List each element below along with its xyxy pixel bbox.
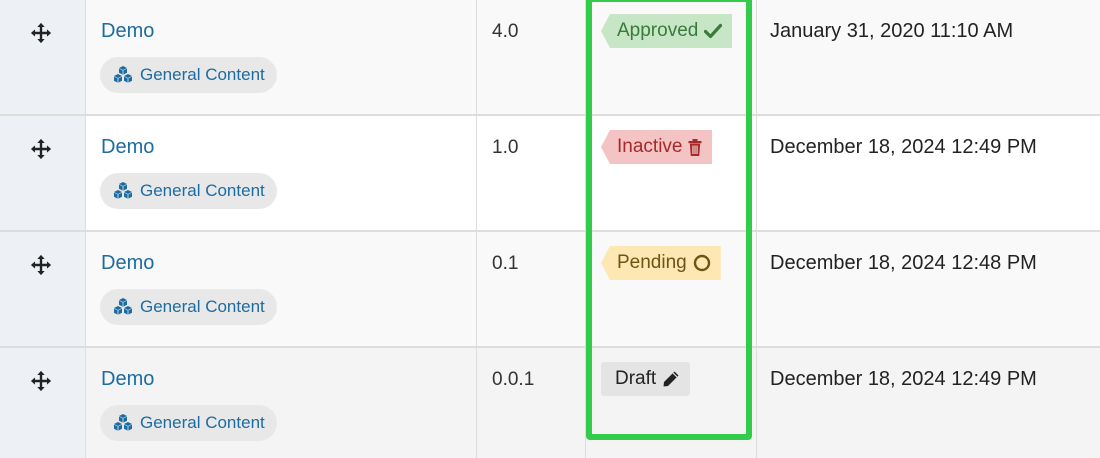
drag-cell bbox=[0, 116, 86, 230]
row-body bbox=[86, 348, 1100, 458]
content-type-label: General Content bbox=[140, 297, 265, 316]
content-title-link[interactable]: Demo bbox=[101, 20, 154, 43]
date-text: January 31, 2020 11:10 AM bbox=[770, 20, 1014, 42]
status-label: Approved bbox=[617, 20, 699, 41]
table-row: Demo General Content 1.0 Inactive Decemb… bbox=[0, 116, 1100, 232]
version-text: 0.1 bbox=[492, 253, 519, 274]
status-label: Draft bbox=[615, 368, 657, 389]
cubes-icon bbox=[114, 182, 132, 199]
column-divider bbox=[756, 0, 757, 458]
content-type-badge[interactable]: General Content bbox=[100, 405, 277, 441]
move-icon[interactable] bbox=[30, 370, 52, 392]
column-divider bbox=[476, 0, 477, 458]
content-title-link[interactable]: Demo bbox=[101, 368, 154, 391]
date-text: December 18, 2024 12:48 PM bbox=[770, 252, 1037, 274]
trash-icon bbox=[688, 138, 702, 156]
move-icon[interactable] bbox=[30, 22, 52, 44]
date-text: December 18, 2024 12:49 PM bbox=[770, 368, 1037, 390]
version-text: 4.0 bbox=[492, 21, 519, 42]
drag-cell bbox=[0, 232, 86, 346]
table-row: Demo General Content 0.1 Pending Decembe… bbox=[0, 232, 1100, 348]
version-text: 0.0.1 bbox=[492, 369, 535, 390]
status-badge: Approved bbox=[601, 14, 733, 48]
circle-icon bbox=[693, 254, 710, 272]
content-type-badge[interactable]: General Content bbox=[100, 173, 277, 209]
drag-cell bbox=[0, 0, 86, 114]
pencil-icon bbox=[663, 371, 679, 387]
cubes-icon bbox=[114, 414, 132, 431]
content-title-link[interactable]: Demo bbox=[101, 136, 154, 159]
check-icon bbox=[704, 23, 723, 39]
drag-cell bbox=[0, 348, 86, 458]
move-icon[interactable] bbox=[30, 138, 52, 160]
content-title-link[interactable]: Demo bbox=[101, 252, 154, 275]
status-badge: Inactive bbox=[601, 130, 713, 164]
table-row: Demo General Content 4.0 Approved Januar… bbox=[0, 0, 1100, 116]
content-type-badge[interactable]: General Content bbox=[100, 57, 277, 93]
content-type-label: General Content bbox=[140, 65, 265, 84]
date-text: December 18, 2024 12:49 PM bbox=[770, 136, 1037, 158]
column-divider bbox=[585, 0, 586, 458]
cubes-icon bbox=[114, 66, 132, 83]
status-label: Inactive bbox=[617, 136, 683, 157]
move-icon[interactable] bbox=[30, 254, 52, 276]
table-row: Demo General Content 0.0.1 Draft Decembe… bbox=[0, 348, 1100, 458]
cubes-icon bbox=[114, 298, 132, 315]
content-type-badge[interactable]: General Content bbox=[100, 289, 277, 325]
content-type-label: General Content bbox=[140, 413, 265, 432]
version-text: 1.0 bbox=[492, 137, 519, 158]
status-badge: Pending bbox=[601, 246, 721, 280]
content-type-label: General Content bbox=[140, 181, 265, 200]
content-table: Demo General Content 4.0 Approved Januar… bbox=[0, 0, 1100, 458]
status-badge: Draft bbox=[601, 362, 691, 396]
status-label: Pending bbox=[617, 252, 687, 273]
